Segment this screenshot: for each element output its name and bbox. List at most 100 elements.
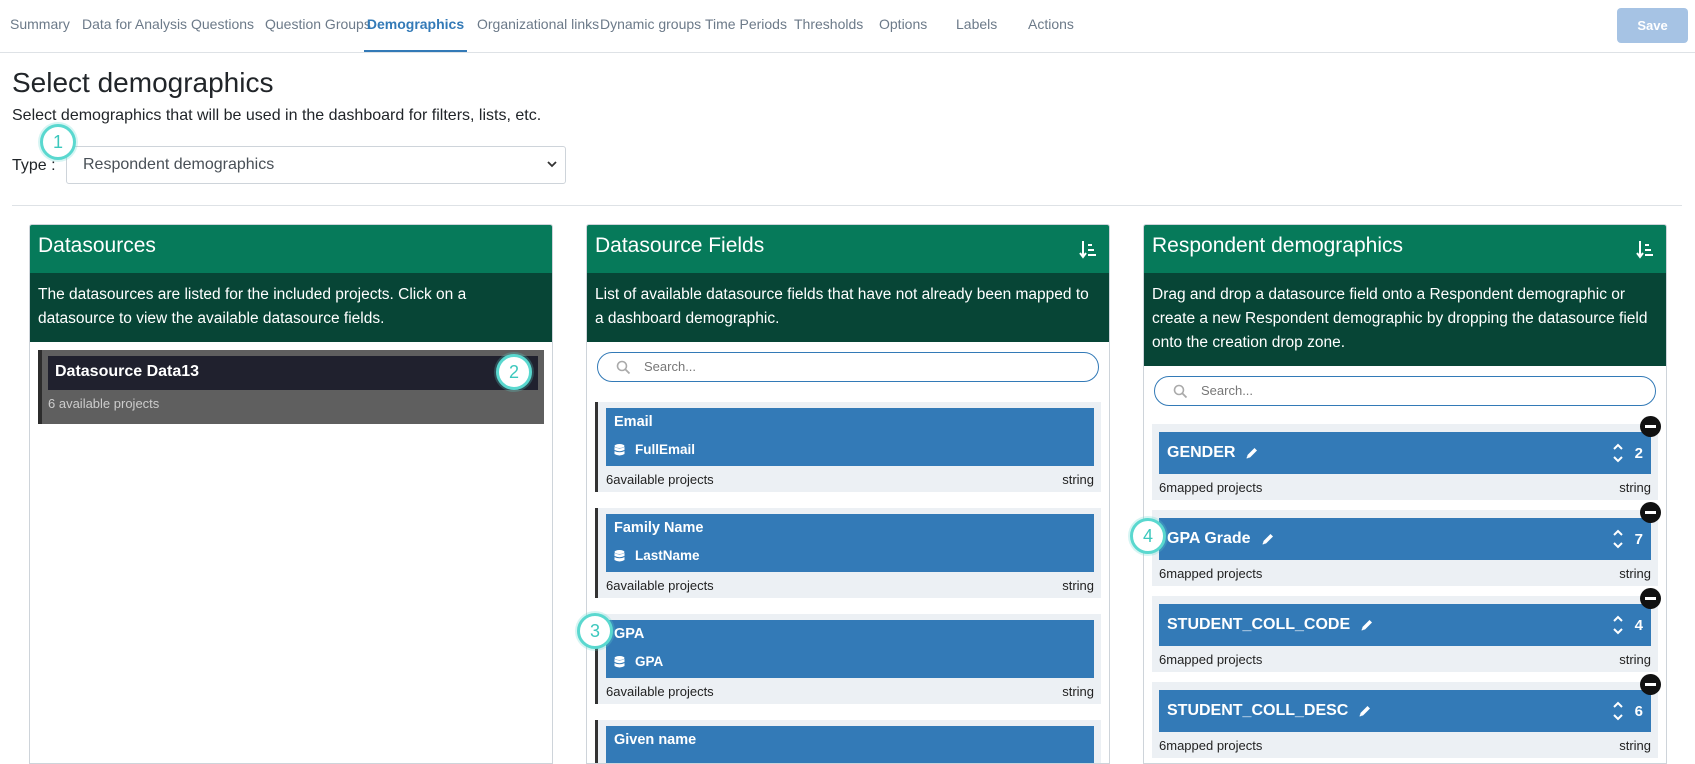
field-item[interactable]: Email FullEmail 6available projects stri… (595, 402, 1101, 492)
field-card: GPA GPA (606, 620, 1094, 678)
fields-header: Datasource Fields (587, 225, 1109, 273)
demographic-number: 6 (1634, 702, 1643, 720)
type-select[interactable]: Respondent demographics (66, 146, 566, 184)
callout-marker: 3 (577, 613, 613, 649)
demographic-count-label: mapped projects (1166, 738, 1263, 753)
field-name: Email (614, 414, 653, 430)
tab-data-for-analysis[interactable]: Data for Analysis (82, 0, 187, 52)
tab-options[interactable]: Options (879, 0, 927, 52)
fields-title: Datasource Fields (595, 234, 765, 257)
field-name: Family Name (614, 520, 704, 536)
demographic-item[interactable]: STUDENT_COLL_DESC 6 6 mapped projects str… (1152, 674, 1661, 758)
field-item[interactable]: Given name (595, 720, 1101, 763)
field-footer: 6available projects string (606, 684, 1094, 699)
field-count-label: available projects (613, 578, 714, 593)
demographic-type: string (1619, 738, 1651, 753)
field-card: Family Name LastName (606, 514, 1094, 572)
tab-demographics[interactable]: Demographics (364, 0, 467, 52)
field-item[interactable]: GPA GPA 6available projects string (595, 614, 1101, 704)
field-source: FullEmail (614, 442, 1086, 457)
tab-labels[interactable]: Labels (956, 0, 997, 52)
field-name: GPA (614, 626, 645, 642)
field-source: LastName (614, 548, 1086, 563)
fields-search-input[interactable]: Search... (597, 352, 1099, 382)
page-title: Select demographics (12, 67, 274, 98)
field-footer: 6available projects string (606, 578, 1094, 593)
database-icon (614, 549, 625, 561)
tab-organizational-links[interactable]: Organizational links (477, 0, 599, 52)
demographic-item[interactable]: STUDENT_COLL_CODE 4 6mapped projects str… (1152, 588, 1661, 672)
datasource-name: Datasource Data13 (48, 356, 538, 390)
datasource-item[interactable]: Datasource Data13 6 available projects (38, 350, 544, 424)
page-subtitle: Select demographics that will be used in… (12, 107, 542, 124)
datasources-title: Datasources (30, 225, 552, 273)
pencil-icon[interactable] (1245, 446, 1259, 460)
database-icon (614, 443, 625, 455)
tab-summary[interactable]: Summary (10, 0, 70, 52)
divider (12, 205, 1682, 206)
demographic-item[interactable]: GENDER 2 6mapped projects string (1152, 416, 1661, 500)
type-label: Type : (12, 157, 56, 174)
pencil-icon[interactable] (1358, 704, 1372, 718)
datasources-panel: Datasources The datasources are listed f… (29, 224, 553, 764)
field-card: Given name (606, 726, 1094, 763)
demographic-item[interactable]: GPA Grade 7 6mapped projects string (1152, 502, 1661, 586)
remove-icon[interactable] (1640, 502, 1661, 523)
tab-thresholds[interactable]: Thresholds (794, 0, 863, 52)
demographic-footer: 6mapped projects string (1159, 480, 1651, 495)
chevron-down-icon (547, 161, 557, 168)
demographic-footer: 6mapped projects string (1159, 566, 1651, 581)
callout-marker: 4 (1130, 518, 1166, 554)
fields-search-placeholder: Search... (644, 359, 697, 374)
search-icon (1173, 384, 1188, 399)
demographics-title: Respondent demographics (1152, 234, 1403, 257)
field-count-label: available projects (613, 472, 714, 487)
demographic-card: STUDENT_COLL_CODE 4 (1159, 604, 1651, 646)
sort-icon[interactable] (1636, 239, 1654, 259)
tab-questions[interactable]: Questions (191, 0, 254, 52)
field-card: Email FullEmail (606, 408, 1094, 466)
demographic-card: STUDENT_COLL_DESC 6 (1159, 690, 1651, 732)
tab-dynamic-groups[interactable]: Dynamic groups (600, 0, 701, 52)
respondent-demographics-panel: Respondent demographics Drag and drop a … (1143, 224, 1667, 764)
field-type: string (1062, 684, 1094, 699)
database-icon (614, 655, 625, 667)
demographic-number: 4 (1634, 616, 1643, 634)
field-source-name: GPA (635, 654, 664, 669)
demographic-footer: 6mapped projects string (1159, 652, 1651, 667)
save-button[interactable]: Save (1617, 8, 1688, 43)
datasource-meta: 6 available projects (48, 396, 160, 411)
demographic-card: GENDER 2 (1159, 432, 1651, 474)
remove-icon[interactable] (1640, 674, 1661, 695)
sort-arrows-icon[interactable] (1612, 528, 1623, 550)
sort-arrows-icon[interactable] (1612, 614, 1623, 636)
datasources-description: The datasources are listed for the inclu… (30, 273, 552, 342)
demographics-search-input[interactable]: Search... (1154, 376, 1656, 406)
demographic-number: 2 (1634, 444, 1643, 462)
tab-time-periods[interactable]: Time Periods (705, 0, 787, 52)
tab-question-groups[interactable]: Question Groups (265, 0, 371, 52)
sort-icon[interactable] (1079, 239, 1097, 259)
field-source-name: FullEmail (635, 442, 696, 457)
sort-arrows-icon[interactable] (1612, 442, 1623, 464)
demographic-count-label: mapped projects (1166, 480, 1263, 495)
pencil-icon[interactable] (1360, 618, 1374, 632)
top-nav: Summary Data for Analysis Questions Ques… (0, 0, 1695, 53)
demographic-count-label: mapped projects (1166, 652, 1263, 667)
tab-actions[interactable]: Actions (1028, 0, 1074, 52)
remove-icon[interactable] (1640, 416, 1661, 437)
demographic-card: GPA Grade 7 (1159, 518, 1651, 560)
demographic-type: string (1619, 480, 1651, 495)
demographics-search-placeholder: Search... (1201, 383, 1254, 398)
sort-arrows-icon[interactable] (1612, 700, 1623, 722)
demographics-description: Drag and drop a datasource field onto a … (1144, 273, 1666, 366)
pencil-icon[interactable] (1261, 532, 1275, 546)
demographic-type: string (1619, 566, 1651, 581)
demographic-type: string (1619, 652, 1651, 667)
field-item[interactable]: Family Name LastName 6available projects… (595, 508, 1101, 598)
demographic-count-label: mapped projects (1166, 566, 1263, 581)
datasource-fields-panel: Datasource Fields List of available data… (586, 224, 1110, 764)
remove-icon[interactable] (1640, 588, 1661, 609)
demographic-name: STUDENT_COLL_DESC (1167, 702, 1349, 719)
demographics-header: Respondent demographics (1144, 225, 1666, 273)
